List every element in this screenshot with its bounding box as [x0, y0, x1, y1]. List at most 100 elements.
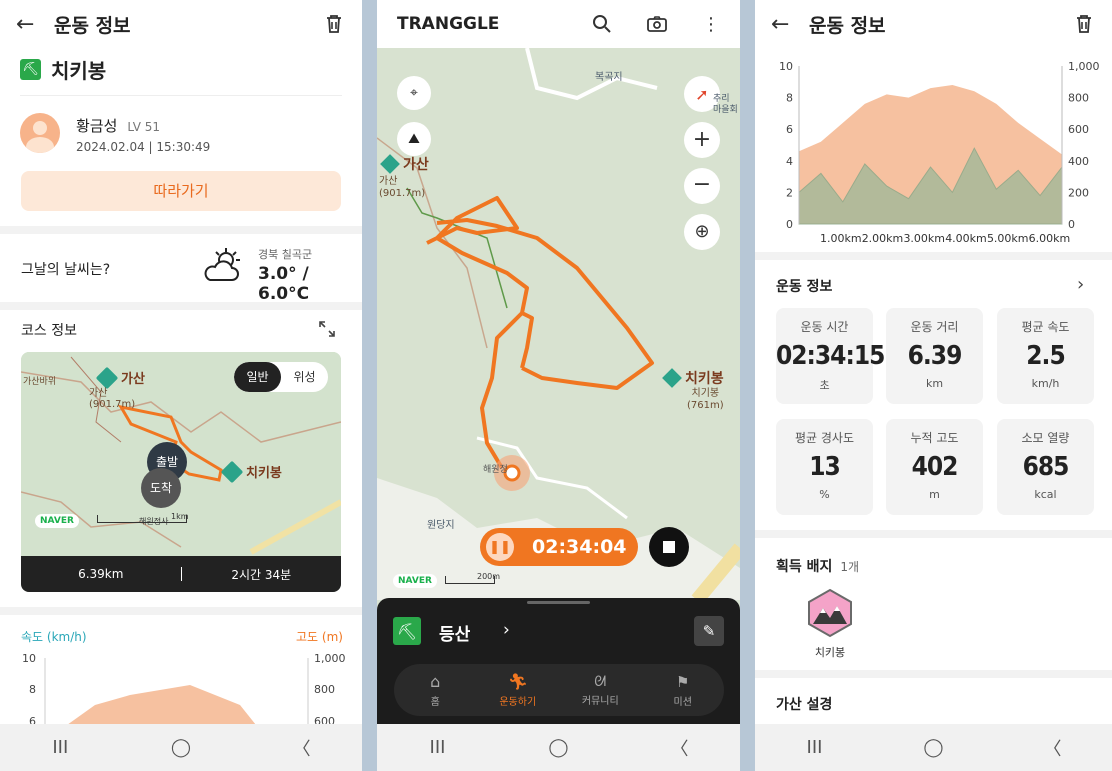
home-button-icon[interactable]: ◯: [914, 733, 954, 763]
back-arrow-icon[interactable]: ←: [16, 12, 46, 37]
tab-community[interactable]: ᘛ 커뮤니티: [565, 674, 635, 707]
brand-logo: TRANGGLE: [397, 14, 500, 34]
locate-me-button[interactable]: ⊕: [684, 214, 720, 250]
peak-b-marker: 치키봉: [220, 460, 282, 483]
recent-apps-icon[interactable]: III: [40, 733, 80, 763]
app-header: TRANGGLE ⋮: [377, 0, 740, 48]
place-label: 복곡지: [595, 72, 623, 83]
main-map[interactable]: ⌖ ⛰ ➚ + − ⊕ 가산 가산 (901.7m) 치키봉 치기봉 (761m…: [377, 48, 740, 600]
trash-icon[interactable]: [322, 12, 346, 36]
y-left-tick: 10: [779, 60, 793, 73]
minus-icon: −: [692, 172, 712, 197]
y-left-tick: 4: [786, 155, 793, 168]
legend-speed: 속도 (km/h): [21, 630, 87, 644]
activity-type[interactable]: 등산: [439, 620, 470, 645]
back-nav-icon[interactable]: 〈: [282, 733, 322, 763]
y-right-tick: 400: [1068, 155, 1089, 168]
page-title: 운동 정보: [54, 14, 131, 37]
peak-a-label: 가산 (901.7m): [89, 388, 136, 410]
more-menu-icon[interactable]: ⋮: [702, 14, 720, 35]
back-nav-icon[interactable]: 〈: [1033, 733, 1073, 763]
avatar[interactable]: [20, 113, 60, 153]
zoom-out-button[interactable]: −: [684, 168, 720, 204]
map-type-toggle[interactable]: 일반 위성: [234, 362, 328, 392]
header: ← 운동 정보: [755, 0, 1112, 48]
pause-icon: ❚❚: [489, 539, 511, 555]
follow-button[interactable]: 따라가기: [21, 171, 341, 211]
place-label: 해원정: [483, 465, 508, 475]
x-tick: 6.00km: [1029, 232, 1071, 245]
pause-button[interactable]: ❚❚: [486, 533, 514, 561]
search-icon[interactable]: [592, 14, 612, 34]
user-name: 황금성: [76, 117, 118, 135]
tab-mission[interactable]: ⚑ 미션: [648, 673, 718, 708]
badge[interactable]: 치키봉: [805, 588, 855, 660]
run-icon: 🏃︎: [507, 672, 528, 691]
mountain-marker-icon: [662, 368, 682, 388]
peak-a-label: 가산 (901.7m): [379, 176, 426, 199]
tab-exercise[interactable]: 🏃︎ 운동하기: [483, 672, 553, 708]
sheet-handle[interactable]: [527, 601, 590, 604]
middle-screen: TRANGGLE ⋮ ⌖ ⛰ ➚ + − ⊕ 가산 가산 (901.7m) 치키…: [377, 0, 740, 771]
edit-button[interactable]: ✎: [694, 616, 724, 646]
y-left-tick: 6: [786, 123, 793, 136]
course-duration: 2시간 34분: [231, 567, 292, 582]
home-button-icon[interactable]: ◯: [539, 733, 579, 763]
expand-icon[interactable]: [318, 320, 336, 338]
add-location-button[interactable]: ⌖: [397, 76, 431, 110]
stat-card-avg-slope: 평균 경사도 13 %: [776, 419, 873, 515]
pencil-icon: ✎: [702, 622, 716, 640]
y-right-tick: 1,000: [1068, 60, 1100, 73]
hiking-icon: ⛏: [393, 617, 421, 645]
course-map[interactable]: 일반 위성 가산 가산 (901.7m) 가산바위 출발 도착 치키봉 NAVE…: [21, 352, 341, 592]
zoom-in-button[interactable]: +: [684, 122, 720, 158]
y-right-tick: 200: [1068, 186, 1089, 199]
home-icon: ⌂: [430, 672, 441, 691]
naver-logo: NAVER: [393, 574, 437, 588]
trash-icon[interactable]: [1072, 12, 1096, 36]
x-tick: 2.00km: [862, 232, 904, 245]
back-arrow-icon[interactable]: ←: [771, 12, 801, 37]
weather-location: 경북 칠곡군: [258, 248, 313, 261]
stat-card-distance: 운동 거리 6.39 km: [886, 308, 983, 404]
peak-a-marker: 가산: [380, 154, 429, 174]
camera-icon[interactable]: [646, 14, 668, 34]
stop-button[interactable]: [649, 527, 689, 567]
place-label: 원당지: [427, 520, 455, 531]
y-left-tick: 2: [786, 186, 793, 199]
mountain-icon: ⛰: [408, 131, 420, 147]
stat-card-time: 운동 시간 02:34:15 초: [776, 308, 885, 404]
naver-logo: NAVER: [35, 514, 79, 528]
terrain-button[interactable]: ⛰: [397, 122, 431, 156]
speed-altitude-chart: 0 2 4 6 8 10 0 200 400 600 800 1,000 1.00km 2.00km 3.0…: [779, 60, 1100, 245]
header: ← 운동 정보: [0, 0, 362, 48]
end-pin: 도착: [141, 468, 181, 508]
stat-card-calories: 소모 열량 685 kcal: [997, 419, 1094, 515]
place-label: 추리 마을회: [713, 94, 738, 115]
tab-home[interactable]: ⌂ 홈: [400, 672, 470, 708]
user-level: LV 51: [127, 120, 161, 134]
recent-apps-icon[interactable]: III: [795, 733, 835, 763]
system-nav-bar: III ◯ 〈: [0, 724, 362, 771]
home-button-icon[interactable]: ◯: [161, 733, 201, 763]
section-title: 운동 정보: [776, 279, 833, 295]
badges-title: 획득 배지: [776, 559, 833, 575]
recent-apps-icon[interactable]: III: [418, 733, 458, 763]
chevron-right-icon[interactable]: ›: [1077, 274, 1084, 295]
y-left-tick: 8: [786, 92, 793, 105]
map-type-normal[interactable]: 일반: [234, 362, 281, 392]
back-nav-icon[interactable]: 〈: [660, 733, 700, 763]
chevron-right-icon[interactable]: ›: [503, 620, 510, 640]
activity-name: 치키봉: [51, 59, 107, 83]
activity-title-row: ⛏ 치키봉: [20, 55, 106, 84]
x-tick: 4.00km: [945, 232, 987, 245]
badges-count: 1개: [840, 560, 860, 574]
timer-pill[interactable]: ❚❚ 02:34:04: [480, 528, 638, 566]
activity-datetime: 2024.02.04 | 15:30:49: [76, 140, 211, 154]
map-scale-label: 200m: [477, 572, 501, 581]
map-type-satellite[interactable]: 위성: [281, 362, 328, 392]
peak-b-label: 치기봉 (761m): [687, 388, 724, 411]
weather-question: 그날의 날씨는?: [21, 262, 111, 278]
hiking-icon: ⛏: [20, 59, 41, 80]
mini-chart: 10 8 6 1,000 800 600: [0, 650, 362, 730]
